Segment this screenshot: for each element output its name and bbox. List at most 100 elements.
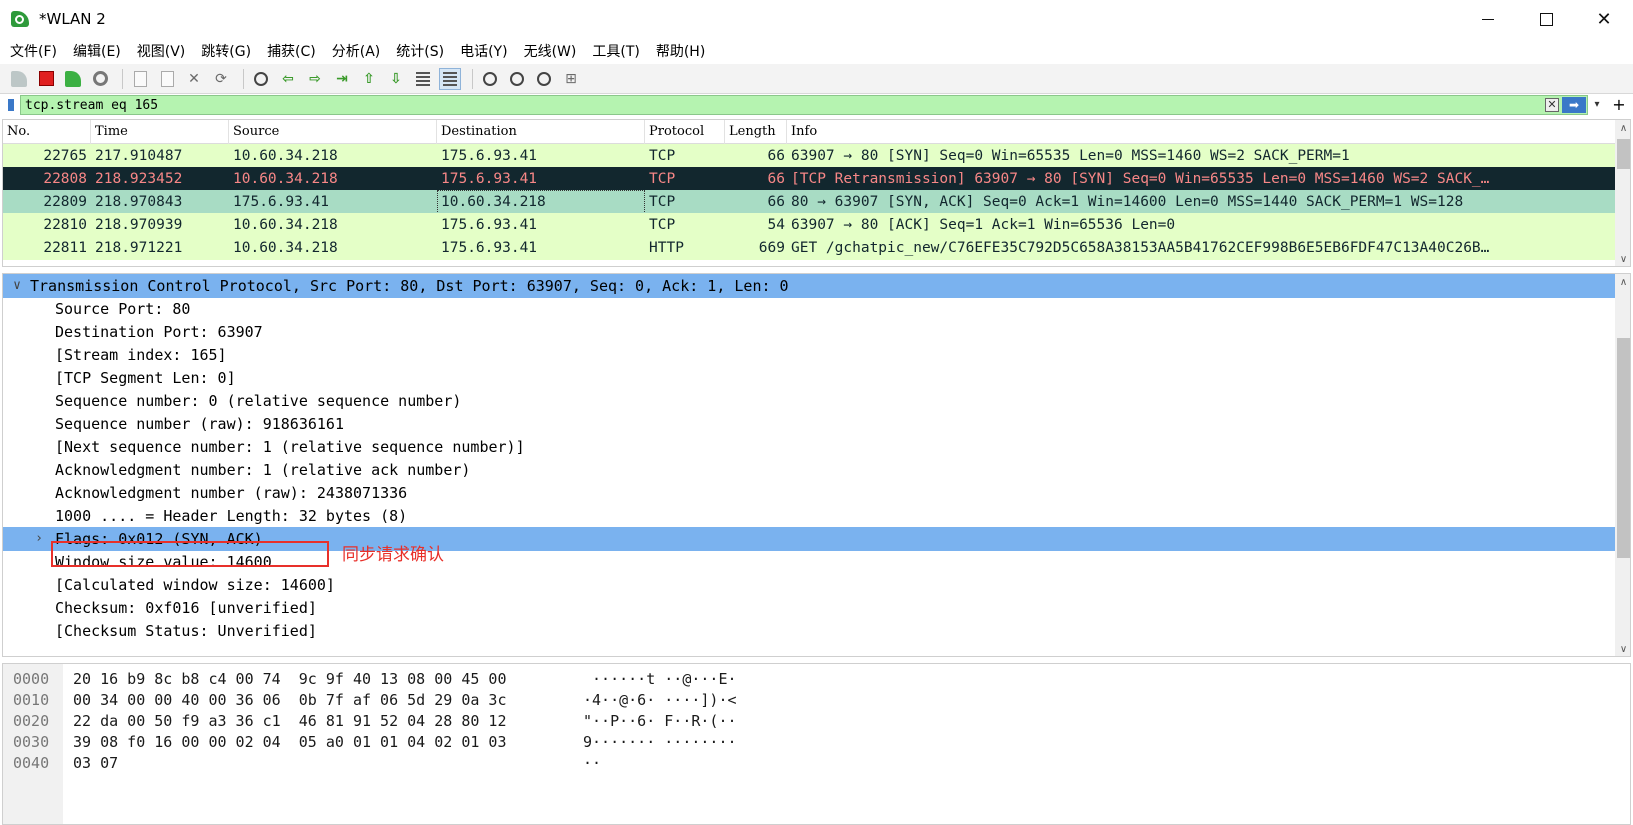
resize-columns-icon[interactable]: ⊞ xyxy=(560,68,582,90)
menu-edit[interactable]: 编辑(E) xyxy=(67,41,127,61)
go-forward-icon[interactable]: ⇨ xyxy=(304,68,326,90)
menu-capture[interactable]: 捕获(C) xyxy=(261,41,322,61)
scroll-up-icon[interactable]: ∧ xyxy=(1615,274,1630,291)
detail-line[interactable]: [Next sequence number: 1 (relative seque… xyxy=(3,435,1615,459)
zoom-normal-icon[interactable] xyxy=(533,68,555,90)
byte-offset: 0010 xyxy=(13,691,50,709)
packet-cell-no: 22809 xyxy=(43,194,87,210)
bookmark-icon[interactable] xyxy=(4,96,18,114)
menu-help[interactable]: 帮助(H) xyxy=(650,41,711,61)
save-file-icon[interactable] xyxy=(156,68,178,90)
capture-options-icon[interactable] xyxy=(89,68,111,90)
go-last-icon[interactable]: ⇩ xyxy=(385,68,407,90)
scroll-up-icon[interactable]: ∧ xyxy=(1615,120,1630,137)
byte-hex[interactable]: 03 07 xyxy=(73,752,118,774)
find-packet-icon[interactable] xyxy=(250,68,272,90)
expand-toggle-icon[interactable]: › xyxy=(31,527,47,551)
add-filter-button-icon[interactable]: + xyxy=(1610,94,1628,116)
menu-wireless[interactable]: 无线(W) xyxy=(518,41,583,61)
byte-hex[interactable]: 00 34 00 00 40 00 36 06 0b 7f af 06 5d 2… xyxy=(73,689,506,711)
colorize-icon[interactable] xyxy=(439,67,461,90)
packet-row[interactable]: 22811 218.971221 10.60.34.218 175.6.93.41 HT… xyxy=(3,236,1615,260)
close-file-icon[interactable]: ✕ xyxy=(183,68,205,90)
scroll-down-icon[interactable]: ∨ xyxy=(1615,251,1630,266)
stop-capture-icon[interactable] xyxy=(35,68,57,90)
detail-line[interactable]: [Stream index: 165] xyxy=(3,343,1615,367)
shark-fin-icon[interactable] xyxy=(8,68,30,90)
detail-line[interactable]: Acknowledgment number (raw): 2438071336 xyxy=(3,481,1615,505)
detail-text: [Next sequence number: 1 (relative seque… xyxy=(55,438,525,456)
detail-text: Acknowledgment number: 1 (relative ack n… xyxy=(55,461,471,479)
detail-line[interactable]: Sequence number: 0 (relative sequence nu… xyxy=(3,389,1615,413)
packet-cell-no: 22811 xyxy=(43,240,87,256)
scroll-down-icon[interactable]: ∨ xyxy=(1615,641,1630,656)
byte-hex[interactable]: 39 08 f0 16 00 00 02 04 05 a0 01 01 04 0… xyxy=(73,731,506,753)
display-filter-input[interactable]: tcp.stream eq 165 xyxy=(20,95,1588,115)
column-header-protocol[interactable]: Protocol xyxy=(645,120,725,144)
detail-line[interactable]: 1000 .... = Header Length: 32 bytes (8) xyxy=(3,504,1615,528)
open-file-icon[interactable] xyxy=(129,68,151,90)
detail-text: 1000 .... = Header Length: 32 bytes (8) xyxy=(55,507,408,525)
column-header-destination[interactable]: Destination xyxy=(437,120,645,144)
restart-capture-icon[interactable] xyxy=(62,68,84,90)
packet-cell-len: 669 xyxy=(758,240,785,256)
apply-filter-icon[interactable]: ➡ xyxy=(1562,97,1586,113)
detail-line[interactable]: Sequence number (raw): 918636161 xyxy=(3,412,1615,436)
packet-cell-no: 22765 xyxy=(43,148,87,164)
menu-tools[interactable]: 工具(T) xyxy=(586,41,645,61)
minimize-button[interactable] xyxy=(1459,0,1517,38)
go-first-icon[interactable]: ⇧ xyxy=(358,68,380,90)
packet-cell-time: 218.970843 xyxy=(95,194,183,210)
menu-view[interactable]: 视图(V) xyxy=(131,41,192,61)
scroll-thumb[interactable] xyxy=(1617,338,1630,558)
details-scrollbar[interactable]: ∧ ∨ xyxy=(1615,274,1630,656)
zoom-in-icon[interactable] xyxy=(479,68,501,90)
clear-filter-icon[interactable]: ✕ xyxy=(1545,98,1559,112)
packet-row[interactable]: 22809 218.970843 175.6.93.41 10.60.34.218 TC… xyxy=(3,190,1615,214)
go-to-packet-icon[interactable]: ⇥ xyxy=(331,68,353,90)
byte-ascii[interactable]: ·4··@·6· ····])·< xyxy=(583,689,737,711)
menu-telephony[interactable]: 电话(Y) xyxy=(454,41,513,61)
packet-row[interactable]: 22808 218.923452 10.60.34.218 175.6.93.41 TC… xyxy=(3,167,1615,191)
detail-line[interactable]: ∨ Transmission Control Protocol, Src Port… xyxy=(3,274,1615,298)
packet-row[interactable]: 22810 218.970939 10.60.34.218 175.6.93.41 TC… xyxy=(3,213,1615,237)
detail-line[interactable]: [Checksum Status: Unverified] xyxy=(3,619,1615,643)
column-header-info[interactable]: Info xyxy=(787,120,1615,144)
filter-history-dropdown-icon[interactable]: ▾ xyxy=(1590,96,1604,114)
packet-cell-info: 63907 → 80 [ACK] Seq=1 Ack=1 Win=65536 L… xyxy=(791,217,1176,233)
column-header-length[interactable]: Length xyxy=(725,120,787,144)
menu-file[interactable]: 文件(F) xyxy=(4,41,63,61)
byte-ascii[interactable]: ······t ··@···E· xyxy=(583,668,737,690)
maximize-button[interactable] xyxy=(1517,0,1575,38)
byte-hex[interactable]: 20 16 b9 8c b8 c4 00 74 9c 9f 40 13 08 0… xyxy=(73,668,506,690)
packet-list-scrollbar[interactable]: ∧ ∨ xyxy=(1615,120,1630,266)
packet-row[interactable]: 22765 217.910487 10.60.34.218 175.6.93.41 TC… xyxy=(3,144,1615,168)
detail-line[interactable]: Destination Port: 63907 xyxy=(3,320,1615,344)
column-header-no[interactable]: No. xyxy=(3,120,91,144)
byte-hex[interactable]: 22 da 00 50 f9 a3 36 c1 46 81 91 52 04 2… xyxy=(73,710,506,732)
detail-line[interactable]: Source Port: 80 xyxy=(3,297,1615,321)
column-header-time[interactable]: Time xyxy=(91,120,229,144)
detail-line[interactable]: [TCP Segment Len: 0] xyxy=(3,366,1615,390)
expand-toggle-icon[interactable]: ∨ xyxy=(9,274,25,298)
byte-ascii[interactable]: "··P··6· F··R·(·· xyxy=(583,710,737,732)
detail-line[interactable]: Checksum: 0xf016 [unverified] xyxy=(3,596,1615,620)
packet-cell-src: 175.6.93.41 xyxy=(233,194,330,210)
menu-analyze[interactable]: 分析(A) xyxy=(326,41,387,61)
byte-ascii[interactable]: ·· xyxy=(583,752,601,774)
byte-ascii[interactable]: 9······· ········ xyxy=(583,731,737,753)
close-button[interactable]: ✕ xyxy=(1575,0,1633,38)
column-header-source[interactable]: Source xyxy=(229,120,437,144)
zoom-out-icon[interactable] xyxy=(506,68,528,90)
detail-line[interactable]: Acknowledgment number: 1 (relative ack n… xyxy=(3,458,1615,482)
detail-line[interactable]: [Calculated window size: 14600] xyxy=(3,573,1615,597)
menu-statistics[interactable]: 统计(S) xyxy=(390,41,450,61)
autoscroll-icon[interactable] xyxy=(412,68,434,90)
scroll-thumb[interactable] xyxy=(1617,139,1630,169)
menu-go[interactable]: 跳转(G) xyxy=(195,41,257,61)
go-back-icon[interactable]: ⇦ xyxy=(277,68,299,90)
reload-file-icon[interactable]: ⟳ xyxy=(210,68,232,90)
